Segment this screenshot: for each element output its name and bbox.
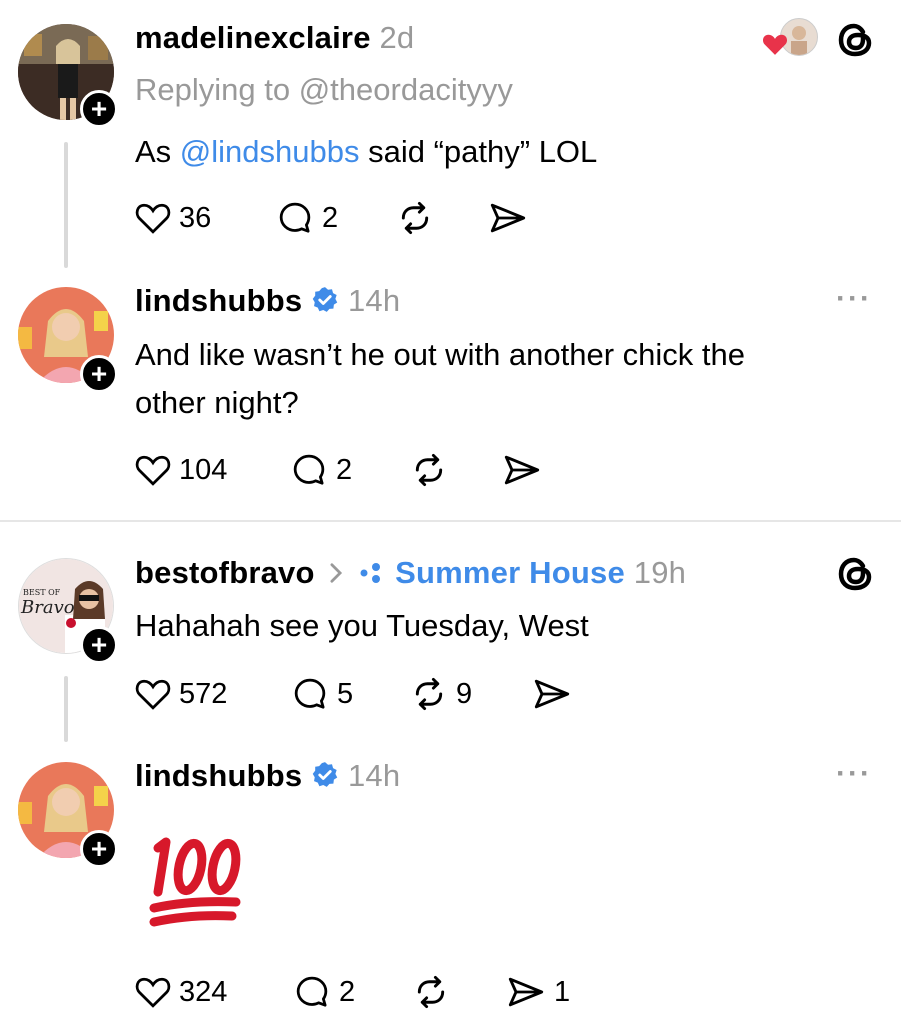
thread-line	[64, 676, 68, 742]
post-text: Hahahah see you Tuesday, West	[135, 608, 589, 643]
reply-count: 5	[337, 677, 354, 710]
reply-icon	[279, 202, 311, 233]
heart-icon	[135, 679, 171, 710]
community-link[interactable]: Summer House	[395, 555, 625, 590]
repost-button[interactable]	[410, 450, 448, 490]
post-text-prefix: As	[135, 134, 180, 169]
post-text-suffix: said “pathy” LOL	[359, 134, 598, 169]
verified-icon	[312, 287, 338, 312]
post-text-line: And like wasn’t he out with another chic…	[135, 337, 746, 372]
repost-icon	[415, 677, 443, 711]
like-count: 104	[179, 453, 228, 486]
reply-button[interactable]: 2	[293, 972, 355, 1012]
reply-count: 2	[336, 453, 353, 486]
post-header: bestofbravo Summer House 19h	[135, 555, 686, 591]
replying-to[interactable]: Replying to @theordacityyy	[135, 72, 513, 108]
post-text-line: other night?	[135, 385, 299, 420]
heart-icon	[135, 977, 171, 1008]
username[interactable]: lindshubbs	[135, 758, 302, 793]
share-icon	[504, 455, 540, 485]
follow-plus-icon[interactable]: +	[80, 830, 118, 868]
share-button[interactable]	[502, 450, 542, 490]
like-count: 572	[179, 677, 228, 710]
share-icon	[490, 203, 526, 233]
repost-icon	[401, 201, 429, 235]
share-icon	[508, 977, 544, 1007]
like-button[interactable]: 36	[135, 198, 211, 238]
follow-plus-icon[interactable]: +	[80, 90, 118, 128]
post-time: 19h	[633, 555, 687, 590]
post-time: 14h	[347, 283, 401, 318]
reply-count: 2	[322, 201, 339, 234]
avatar-brand-text: BEST OF	[23, 588, 61, 597]
heart-icon	[135, 203, 171, 234]
follow-plus-icon[interactable]: +	[80, 355, 118, 393]
share-icon	[534, 679, 570, 709]
threads-logo-icon[interactable]	[833, 18, 877, 67]
like-button[interactable]: 324	[135, 972, 227, 1012]
repost-button[interactable]: 9	[410, 674, 472, 714]
avatar-brand-text: Bravo	[20, 597, 75, 618]
heart-icon	[762, 32, 788, 61]
post-divider	[0, 520, 901, 522]
reply-icon	[296, 976, 328, 1007]
post-header: madelinexclaire 2d	[135, 20, 414, 56]
follow-plus-icon[interactable]: +	[80, 626, 118, 664]
like-button[interactable]: 104	[135, 450, 227, 490]
username[interactable]: bestofbravo	[135, 555, 315, 590]
post-header: lindshubbs 14h	[135, 283, 400, 319]
reply-icon	[293, 454, 325, 485]
post-time: 14h	[347, 758, 401, 793]
repost-icon	[417, 975, 445, 1009]
share-button[interactable]	[488, 198, 528, 238]
reply-count: 2	[339, 975, 356, 1008]
post-text: And like wasn’t he out with another chic…	[135, 331, 745, 427]
verified-icon	[312, 762, 338, 787]
reply-button[interactable]: 2	[276, 198, 338, 238]
post-time: 2d	[379, 20, 415, 55]
post-text: As @lindshubbs said “pathy” LOL	[135, 128, 597, 176]
community-icon	[360, 563, 381, 583]
repost-button[interactable]	[396, 198, 434, 238]
like-count: 36	[179, 201, 212, 234]
share-count: 1	[554, 975, 571, 1008]
like-button[interactable]: 572	[135, 674, 227, 714]
username[interactable]: lindshubbs	[135, 283, 302, 318]
more-icon[interactable]: ···	[836, 757, 872, 791]
repost-icon	[415, 453, 443, 487]
like-count: 324	[179, 975, 228, 1008]
reply-icon	[294, 678, 326, 709]
threads-logo-icon[interactable]	[833, 552, 877, 601]
chevron-right-icon	[330, 563, 343, 583]
thread-line	[64, 142, 68, 268]
more-icon[interactable]: ···	[836, 282, 872, 316]
reply-button[interactable]: 5	[291, 674, 353, 714]
heart-icon	[135, 455, 171, 486]
hundred-emoji: 💯	[140, 820, 260, 930]
repost-button[interactable]	[412, 972, 450, 1012]
share-button[interactable]	[532, 674, 572, 714]
mention-link[interactable]: @lindshubbs	[180, 134, 360, 169]
post-header: lindshubbs 14h	[135, 758, 400, 794]
repost-count: 9	[456, 677, 473, 710]
username[interactable]: madelinexclaire	[135, 20, 371, 55]
activity-indicator[interactable]	[762, 18, 818, 58]
share-button[interactable]: 1	[506, 972, 570, 1012]
reply-button[interactable]: 2	[290, 450, 352, 490]
